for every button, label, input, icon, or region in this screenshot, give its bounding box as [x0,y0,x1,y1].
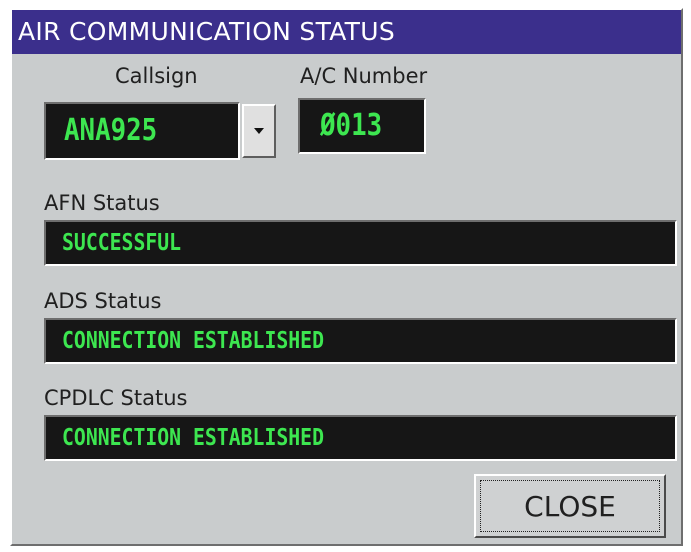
air-communication-status-dialog: AIR COMMUNICATION STATUS Callsign A/C Nu… [10,8,683,546]
afn-status-label: AFN Status [44,191,160,215]
ads-status-label: ADS Status [44,289,162,313]
ac-number-label: A/C Number [300,64,428,88]
ac-number-display: Ø013 [298,98,426,154]
cpdlc-status-display: CONNECTION ESTABLISHED [44,415,677,461]
callsign-value: ANA925 [64,113,158,148]
dialog-title: AIR COMMUNICATION STATUS [12,10,681,54]
afn-status-value: SUCCESSFUL [62,230,182,256]
ac-number-value: Ø013 [320,108,383,143]
callsign-select[interactable]: ANA925 [44,102,240,160]
close-button[interactable]: CLOSE [474,474,666,538]
callsign-dropdown-button[interactable] [242,104,276,158]
close-button-label: CLOSE [480,480,660,532]
chevron-down-icon [254,128,264,134]
ads-status-display: CONNECTION ESTABLISHED [44,318,677,364]
cpdlc-status-label: CPDLC Status [44,386,188,410]
ads-status-value: CONNECTION ESTABLISHED [62,328,324,354]
callsign-label: Callsign [115,64,198,88]
afn-status-display: SUCCESSFUL [44,220,677,266]
cpdlc-status-value: CONNECTION ESTABLISHED [62,425,324,451]
